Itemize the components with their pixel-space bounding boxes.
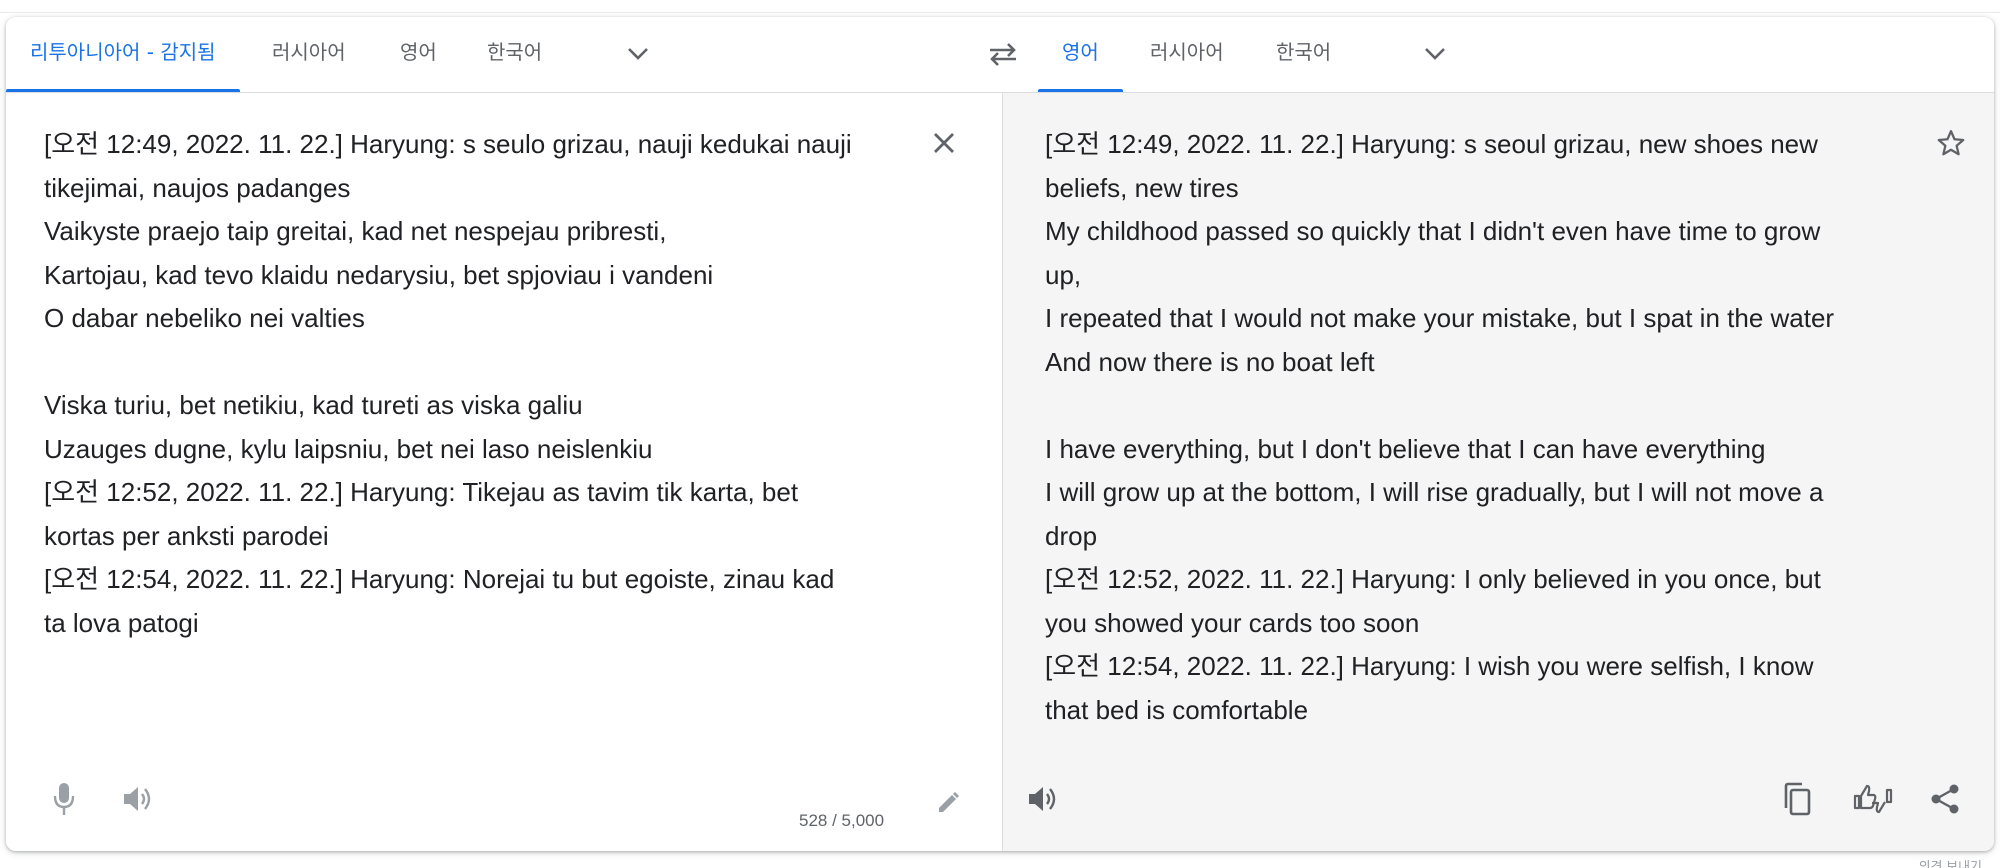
listen-source-button[interactable]: [116, 777, 160, 821]
translation-pane: [오전 12:49, 2022. 11. 22.] Haryung: s seo…: [1002, 93, 1994, 851]
tab-target-russian[interactable]: 러시아어: [1150, 17, 1224, 92]
tab-source-english[interactable]: 영어: [400, 17, 437, 92]
star-icon: [1936, 128, 1966, 158]
copy-translation-button[interactable]: [1775, 777, 1819, 821]
tab-label: 한국어: [1276, 40, 1332, 64]
tab-source-korean[interactable]: 한국어: [487, 17, 542, 92]
tab-label: 러시아어: [272, 40, 346, 64]
rate-translation-button[interactable]: [1849, 777, 1897, 821]
listen-translation-button[interactable]: [1021, 777, 1065, 821]
top-strip: [0, 0, 2000, 13]
speaker-icon: [1027, 784, 1059, 814]
share-translation-button[interactable]: [1923, 777, 1967, 821]
chevron-down-icon: [1424, 47, 1446, 61]
chevron-down-icon: [627, 47, 649, 61]
share-icon: [1929, 783, 1961, 815]
tab-label: 리투아니아어 - 감지됨: [30, 40, 216, 64]
language-bar: 리투아니아어 - 감지됨 러시아어 영어 한국어 영어 러시아어 한국어: [6, 17, 1994, 93]
speaker-icon: [122, 784, 154, 814]
edit-button[interactable]: [928, 783, 968, 823]
feedback-link[interactable]: 의견 보내기: [1919, 856, 1982, 868]
character-count: 528 / 5,000: [799, 811, 885, 830]
swap-icon: [988, 42, 1018, 66]
more-target-languages-button[interactable]: [1415, 34, 1455, 74]
clear-source-button[interactable]: [924, 123, 964, 163]
tab-label: 영어: [1062, 40, 1099, 64]
swap-languages-button[interactable]: [981, 34, 1025, 74]
tab-label: 러시아어: [1150, 40, 1224, 64]
pencil-icon: [936, 791, 960, 815]
tab-target-korean[interactable]: 한국어: [1276, 17, 1331, 92]
translator-card: 리투아니아어 - 감지됨 러시아어 영어 한국어 영어 러시아어 한국어 [오전…: [6, 17, 1994, 851]
save-translation-button[interactable]: [1931, 123, 1971, 163]
tab-target-english[interactable]: 영어: [1038, 17, 1123, 92]
tab-label: 영어: [400, 40, 437, 64]
mic-icon: [53, 782, 75, 816]
more-source-languages-button[interactable]: [618, 34, 658, 74]
tab-source-russian[interactable]: 러시아어: [272, 17, 346, 92]
thumbs-icon: [1853, 782, 1893, 816]
translation-text: [오전 12:49, 2022. 11. 22.] Haryung: s seo…: [1045, 129, 1835, 725]
tab-label: 한국어: [487, 40, 543, 64]
source-pane: [오전 12:49, 2022. 11. 22.] Haryung: s seu…: [6, 93, 1001, 851]
close-icon: [932, 131, 956, 155]
tab-source-lithuanian-detected[interactable]: 리투아니아어 - 감지됨: [6, 17, 240, 92]
source-text-input[interactable]: [오전 12:49, 2022. 11. 22.] Haryung: s seu…: [44, 123, 924, 645]
copy-icon: [1782, 782, 1812, 816]
voice-input-button[interactable]: [42, 777, 86, 821]
